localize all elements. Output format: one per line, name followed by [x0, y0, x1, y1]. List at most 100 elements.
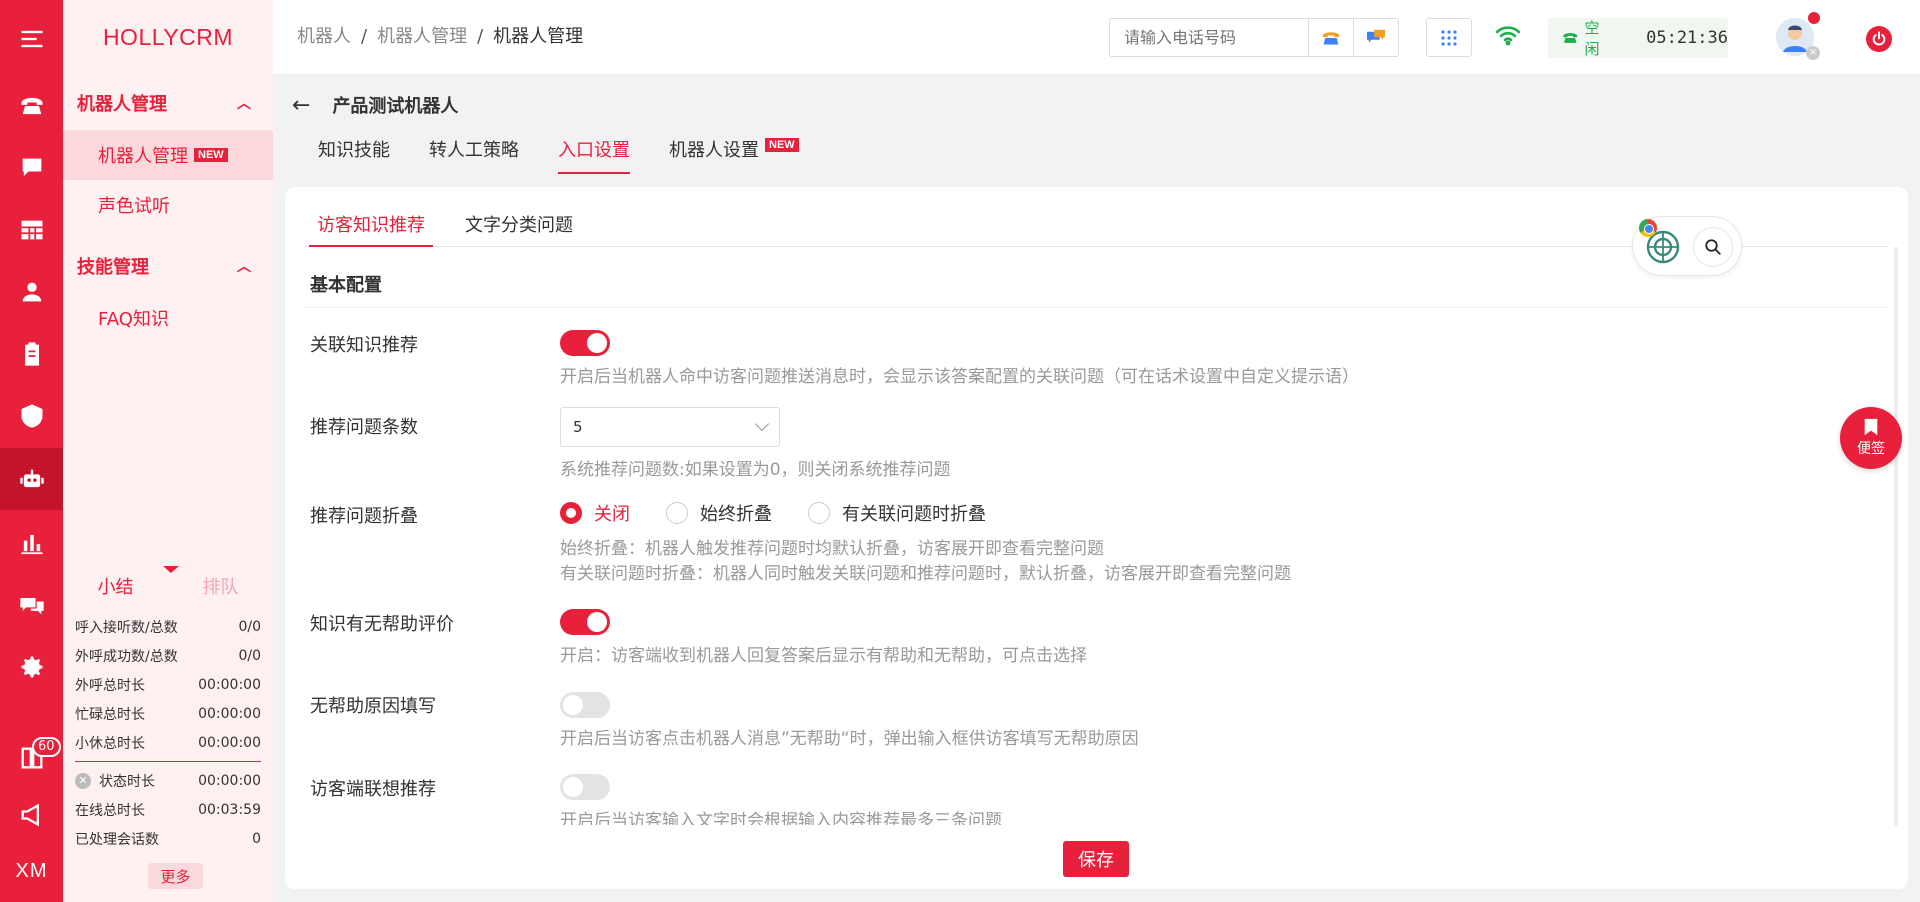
divider	[305, 307, 1888, 308]
floating-tools	[1632, 216, 1742, 276]
recommend-count-select[interactable]: 5	[560, 407, 780, 447]
power-icon[interactable]	[1866, 26, 1892, 52]
book-icon[interactable]: 60	[0, 727, 63, 789]
new-tag: NEW	[194, 148, 228, 162]
setting-label: 推荐问题折叠	[310, 506, 418, 527]
radio-fold-off[interactable]: 关闭	[560, 500, 630, 526]
setting-label: 知识有无帮助评价	[310, 614, 454, 635]
tab-entry-settings[interactable]: 入口设置	[558, 128, 630, 174]
close-icon[interactable]: ✕	[75, 772, 91, 789]
stat-row: 忙碌总时长 00:00:00	[75, 705, 261, 723]
sticky-note-button[interactable]: 便签	[1840, 407, 1902, 469]
phone-status-icon	[1563, 33, 1578, 43]
stat-row: 小休总时长 00:00:00	[75, 734, 261, 752]
status-text: 空闲	[1584, 19, 1600, 58]
radio-fold-always[interactable]: 始终折叠	[666, 500, 772, 526]
chat-icon[interactable]	[0, 137, 63, 199]
chevron-down-icon	[754, 416, 770, 432]
radio-fold-related[interactable]: 有关联问题时折叠	[808, 500, 986, 526]
stats-panel: 小结 排队 呼入接听数/总数 0/0 外呼成功数/总数 0/0 外呼总时长 00:00…	[63, 560, 273, 853]
tab-robot-settings[interactable]: 机器人设置 NEW	[669, 128, 799, 174]
avatar[interactable]: ✕	[1776, 12, 1820, 60]
setting-help: 开启后当机器人命中访客问题推送消息时，会显示该答案配置的关联问题（可在话术设置中…	[560, 367, 1359, 387]
chevron-up-icon: ︿	[237, 95, 251, 112]
related-recommend-toggle[interactable]	[560, 330, 610, 356]
shield-icon[interactable]	[0, 385, 63, 447]
phone-search	[1109, 18, 1399, 57]
apps-grid-icon[interactable]	[1426, 18, 1472, 57]
subtab-visitor-recommend[interactable]: 访客知识推荐	[309, 197, 433, 247]
menu-toggle-icon[interactable]	[0, 8, 63, 70]
menu-item-voice-audition[interactable]: 声色试听	[63, 180, 273, 230]
stat-tab-queue[interactable]: 排队	[168, 573, 273, 599]
setting-label: 推荐问题条数	[310, 417, 418, 438]
user-icon[interactable]	[0, 261, 63, 323]
dial-icon[interactable]	[1308, 19, 1353, 56]
stat-tab-summary[interactable]: 小结	[63, 573, 168, 599]
gear-icon[interactable]	[0, 636, 63, 698]
bookmark-icon	[1864, 418, 1878, 436]
stat-row: 在线总时长 00:03:59	[75, 801, 261, 819]
phone-icon[interactable]	[0, 75, 63, 137]
stat-row: 已处理会话数 0	[75, 830, 261, 848]
setting-label: 关联知识推荐	[310, 335, 418, 356]
message-icon[interactable]	[0, 574, 63, 636]
content-card: 访客知识推荐 文字分类问题 基本配置 关联知识推荐 开启后当机器人命中访客问题推…	[285, 187, 1908, 889]
phone-input[interactable]	[1110, 19, 1308, 56]
setting-help: 开启后当访客点击机器人消息”无帮助“时，弹出输入框供访客填写无帮助原因	[560, 729, 1139, 749]
recommend-fold-radios: 关闭 始终折叠 有关联问题时折叠	[560, 500, 1022, 526]
setting-label: 访客端联想推荐	[310, 779, 436, 800]
breadcrumb-current: 机器人管理	[493, 26, 584, 47]
setting-label: 无帮助原因填写	[310, 696, 436, 717]
main-tabs: 知识技能 转人工策略 入口设置 机器人设置 NEW	[318, 128, 838, 174]
clipboard-icon[interactable]	[0, 323, 63, 385]
breadcrumb-item[interactable]: 机器人	[297, 26, 351, 47]
new-tag: NEW	[765, 138, 799, 152]
chat-message-icon[interactable]	[1353, 19, 1398, 56]
helpful-eval-toggle[interactable]	[560, 609, 610, 635]
robot-icon[interactable]	[0, 448, 63, 510]
setting-help: 有关联问题时折叠：机器人同时触发关联问题和推荐问题时，默认折叠，访客展开即查看完…	[560, 564, 1291, 584]
stat-row: 外呼成功数/总数 0/0	[75, 647, 261, 665]
user-initials[interactable]: XM	[0, 840, 63, 902]
bar-chart-icon[interactable]	[0, 512, 63, 574]
brand-logo: HOLLYCRM	[102, 24, 234, 50]
caret-down-icon	[163, 566, 179, 573]
setting-help: 始终折叠：机器人触发推荐问题时均默认折叠，访客展开即查看完整问题	[560, 539, 1104, 559]
unhelpful-reason-toggle[interactable]	[560, 692, 610, 718]
stat-row: 呼入接听数/总数 0/0	[75, 618, 261, 636]
subtab-text-classification[interactable]: 文字分类问题	[465, 197, 573, 246]
agent-status[interactable]: 空闲 05:21:36	[1548, 18, 1728, 58]
breadcrumb-item[interactable]: 机器人管理	[377, 26, 467, 47]
stat-row: ✕ 状态时长 00:00:00	[63, 766, 273, 795]
visitor-suggest-toggle[interactable]	[560, 774, 610, 800]
setting-help: 系统推荐问题数:如果设置为0，则关闭系统推荐问题	[560, 460, 951, 480]
notification-dot	[1808, 12, 1820, 24]
notification-badge: 60	[32, 737, 61, 757]
setting-help: 开启：访客端收到机器人回复答案后显示有帮助和无帮助，可点击选择	[560, 646, 1087, 666]
close-icon[interactable]: ✕	[1806, 46, 1820, 60]
wifi-icon	[1495, 24, 1521, 51]
top-header: 机器人/机器人管理/机器人管理 空闲 05:21:36 ✕	[273, 0, 1920, 75]
tab-knowledge-skill[interactable]: 知识技能	[318, 128, 390, 174]
more-button[interactable]: 更多	[148, 863, 203, 889]
group-skill-management[interactable]: 技能管理 ︿	[63, 238, 273, 293]
megaphone-icon[interactable]	[0, 784, 63, 846]
scrollbar[interactable]	[1894, 247, 1898, 827]
breadcrumb: 机器人 / 机器人管理 / 机器人管理	[297, 26, 584, 47]
menu-item-faq[interactable]: FAQ知识	[63, 293, 273, 343]
search-icon[interactable]	[1693, 227, 1733, 267]
save-button[interactable]: 保存	[1063, 841, 1129, 877]
section-title: 基本配置	[310, 275, 382, 296]
icon-rail: 60 XM	[0, 0, 63, 902]
page-header: ← 产品测试机器人	[292, 92, 458, 118]
group-robot-management[interactable]: 机器人管理 ︿	[63, 75, 273, 130]
back-arrow-icon[interactable]: ←	[292, 93, 310, 118]
setting-help: 开启后当访客输入文字时会根据输入内容推荐最多三条问题	[560, 811, 1002, 825]
status-timer: 05:21:36	[1646, 28, 1728, 48]
page-title: 产品测试机器人	[332, 96, 459, 117]
tab-transfer-strategy[interactable]: 转人工策略	[429, 128, 519, 174]
menu-item-robot-management[interactable]: 机器人管理 NEW	[63, 130, 273, 180]
grid-icon[interactable]	[0, 199, 63, 261]
chevron-up-icon: ︿	[237, 258, 251, 275]
